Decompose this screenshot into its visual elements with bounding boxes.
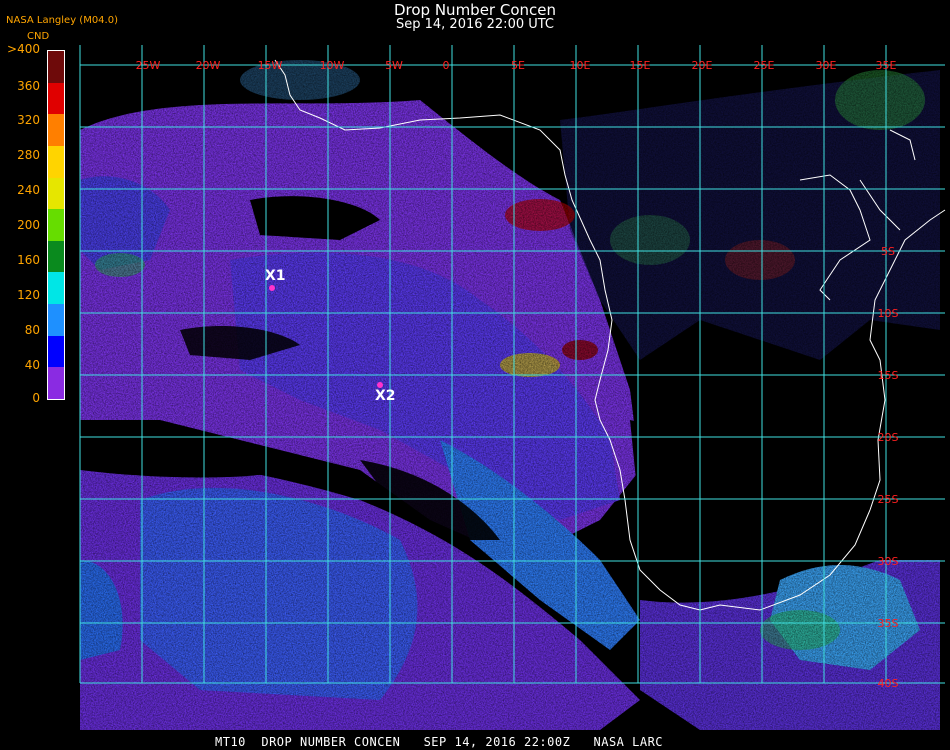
satellite-map: 25W 20W 15W 10W 5W 0 5E 10E 15E 20E 25E 30E 35E 5S 10…	[79, 45, 946, 730]
longitude-label: 25W	[136, 59, 161, 72]
longitude-label: 10E	[570, 59, 591, 72]
longitude-label: 15E	[630, 59, 651, 72]
latitude-label: 30S	[878, 555, 899, 568]
cloud-field	[80, 45, 945, 730]
footer-caption: MT10 DROP NUMBER CONCEN SEP 14, 2016 22:…	[215, 735, 664, 749]
latitude-label: 20S	[878, 431, 899, 444]
longitude-label: 35E	[876, 59, 897, 72]
longitude-label: 5W	[385, 59, 403, 72]
longitude-label: 0	[443, 59, 450, 72]
marker-x1-label: X1	[265, 268, 286, 284]
longitude-label: 5E	[511, 59, 525, 72]
marker-x2-label: X2	[375, 388, 396, 404]
latitude-label: 15S	[878, 369, 899, 382]
longitude-label: 15W	[258, 59, 283, 72]
longitude-label: 20W	[196, 59, 221, 72]
marker-x1-dot	[269, 285, 275, 291]
latitude-label: 25S	[878, 493, 899, 506]
longitude-label: 30E	[816, 59, 837, 72]
latitude-label: 10S	[878, 307, 899, 320]
longitude-label: 25E	[754, 59, 775, 72]
longitude-label: 20E	[692, 59, 713, 72]
longitude-label: 10W	[320, 59, 345, 72]
latitude-label: 5S	[881, 245, 895, 258]
latitude-label: 40S	[878, 677, 899, 690]
latitude-label: 35S	[878, 617, 899, 630]
